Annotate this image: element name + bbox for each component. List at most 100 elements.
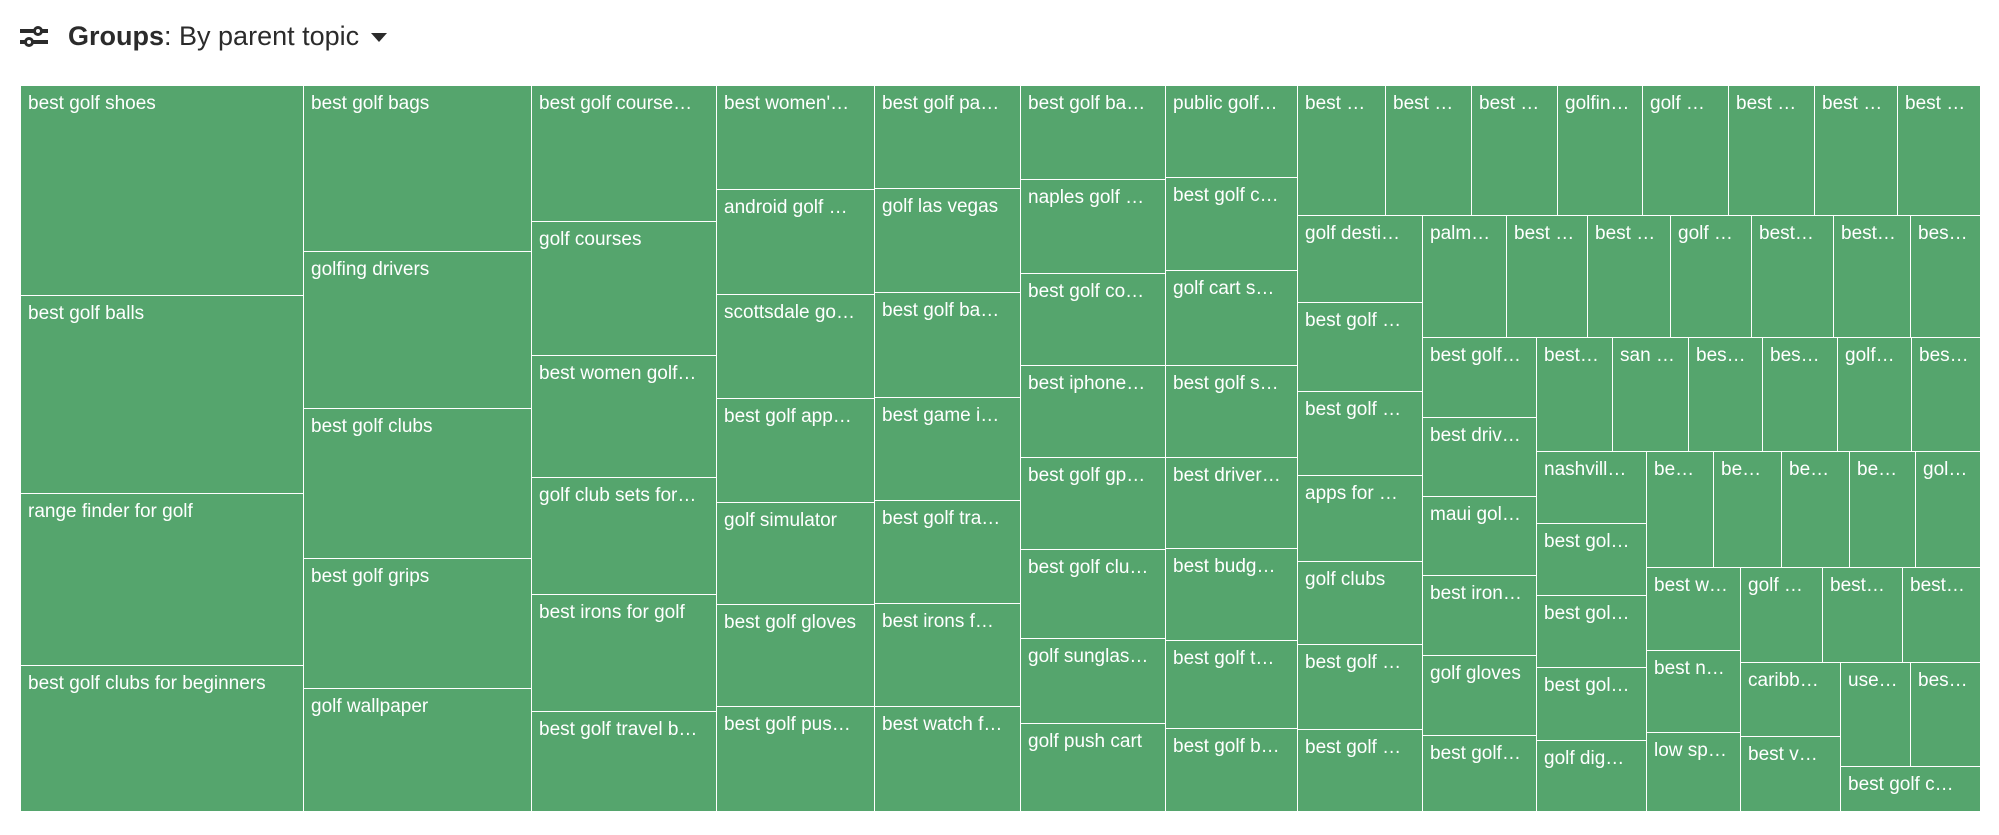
treemap-cell[interactable]: golf clubs xyxy=(1297,561,1423,645)
treemap-cell[interactable]: be… xyxy=(1849,451,1916,568)
treemap-cell[interactable]: golf… xyxy=(1837,337,1912,452)
treemap-cell[interactable]: best … xyxy=(1897,85,1981,216)
treemap-cell[interactable]: best… xyxy=(1751,215,1834,338)
treemap-cell[interactable]: caribb… xyxy=(1740,662,1841,737)
treemap-cell[interactable]: range finder for golf xyxy=(20,493,304,666)
treemap-cell[interactable]: bes… xyxy=(1688,337,1763,452)
treemap-cell[interactable]: golfing drivers xyxy=(303,251,532,409)
treemap-cell[interactable]: best iphone… xyxy=(1020,365,1166,458)
treemap-cell[interactable]: bes… xyxy=(1911,337,1981,452)
treemap-cell[interactable]: bes… xyxy=(1910,215,1981,338)
treemap-cell[interactable]: best golf tra… xyxy=(874,500,1021,604)
treemap-cell[interactable]: best … xyxy=(1471,85,1558,216)
treemap-cell[interactable]: best … xyxy=(1814,85,1898,216)
treemap-cell[interactable]: best… xyxy=(1822,567,1903,663)
treemap-cell[interactable]: best driv… xyxy=(1422,417,1537,497)
treemap-cell[interactable]: golf push cart xyxy=(1020,723,1166,812)
treemap-cell[interactable]: best golf c… xyxy=(1165,177,1298,271)
treemap-cell[interactable]: bes… xyxy=(1762,337,1838,452)
treemap-cell[interactable]: public golf… xyxy=(1165,85,1298,178)
treemap-cell[interactable]: best golf course… xyxy=(531,85,717,222)
treemap-cell[interactable]: best … xyxy=(1728,85,1815,216)
treemap-cell[interactable]: best gol… xyxy=(1536,595,1647,668)
treemap-cell[interactable]: best game i… xyxy=(874,397,1021,501)
treemap-cell[interactable]: golf … xyxy=(1642,85,1729,216)
treemap-cell[interactable]: best watch f… xyxy=(874,706,1021,812)
treemap-cell[interactable]: use… xyxy=(1840,662,1911,767)
treemap-cell[interactable]: best … xyxy=(1297,85,1386,216)
treemap-cell[interactable]: best golf pus… xyxy=(716,706,875,812)
treemap-cell[interactable]: best women'… xyxy=(716,85,875,190)
treemap-cell[interactable]: best golf clu… xyxy=(1020,549,1166,639)
treemap-cell[interactable]: best golf co… xyxy=(1020,273,1166,366)
treemap-cell[interactable]: golf sunglas… xyxy=(1020,638,1166,724)
treemap-cell[interactable]: best golf app… xyxy=(716,398,875,503)
treemap-cell[interactable]: golf wallpaper xyxy=(303,688,532,812)
treemap-cell[interactable]: best golf s… xyxy=(1165,365,1298,458)
treemap-cell[interactable]: best golf… xyxy=(1422,337,1537,418)
treemap-cell[interactable]: best golf … xyxy=(1297,729,1423,812)
treemap-cell[interactable]: best gol… xyxy=(1536,667,1647,741)
treemap-cell[interactable]: best golf t… xyxy=(1165,640,1298,729)
treemap-cell[interactable]: golf las vegas xyxy=(874,188,1021,293)
treemap-cell[interactable]: best golf travel b… xyxy=(531,711,717,812)
treemap-cell[interactable]: best iron… xyxy=(1422,575,1537,656)
treemap-cell[interactable]: golf courses xyxy=(531,221,717,356)
treemap-cell[interactable]: nashvill… xyxy=(1536,451,1647,524)
treemap-cell[interactable]: be… xyxy=(1713,451,1782,568)
treemap-cell[interactable]: golf cart s… xyxy=(1165,270,1298,366)
treemap-cell[interactable]: low sp… xyxy=(1646,732,1741,812)
treemap-cell[interactable]: golf gloves xyxy=(1422,655,1537,736)
treemap-cell[interactable]: best women golf… xyxy=(531,355,717,478)
treemap-cell[interactable]: best golf shoes xyxy=(20,85,304,296)
treemap-cell[interactable]: best golf pa… xyxy=(874,85,1021,189)
treemap-cell[interactable]: best golf… xyxy=(1422,735,1537,812)
treemap-cell[interactable]: best … xyxy=(1506,215,1588,338)
treemap-cell[interactable]: golf club sets for… xyxy=(531,477,717,595)
treemap-cell[interactable]: be… xyxy=(1646,451,1714,568)
treemap-cell[interactable]: maui gol… xyxy=(1422,496,1537,576)
treemap-cell[interactable]: best… xyxy=(1833,215,1911,338)
treemap-cell[interactable]: best golf bags xyxy=(303,85,532,252)
treemap-cell[interactable]: best n… xyxy=(1646,650,1741,733)
treemap-cell[interactable]: best golf grips xyxy=(303,558,532,689)
treemap-cell[interactable]: best golf ba… xyxy=(874,292,1021,398)
treemap-cell[interactable]: best golf … xyxy=(1297,391,1423,476)
treemap-cell[interactable]: best golf clubs for beginners xyxy=(20,665,304,812)
treemap-cell[interactable]: best golf balls xyxy=(20,295,304,494)
treemap-cell[interactable]: palm… xyxy=(1422,215,1507,338)
treemap-cell[interactable]: bes… xyxy=(1910,662,1981,767)
treemap-cell[interactable]: gol… xyxy=(1915,451,1981,568)
treemap-cell[interactable]: best golf c… xyxy=(1840,766,1981,812)
treemap-cell[interactable]: best golf b… xyxy=(1165,728,1298,812)
treemap-cell[interactable]: best… xyxy=(1536,337,1613,452)
treemap-cell[interactable]: golf … xyxy=(1740,567,1823,663)
treemap-cell[interactable]: best … xyxy=(1587,215,1671,338)
treemap-cell[interactable]: best golf … xyxy=(1297,302,1423,392)
treemap-cell[interactable]: best golf ba… xyxy=(1020,85,1166,180)
treemap-cell[interactable]: android golf … xyxy=(716,189,875,295)
treemap-cell[interactable]: naples golf … xyxy=(1020,179,1166,274)
treemap-cell[interactable]: best budg… xyxy=(1165,548,1298,641)
treemap-cell[interactable]: best … xyxy=(1385,85,1472,216)
treemap-cell[interactable]: golfin… xyxy=(1557,85,1643,216)
treemap-cell[interactable]: golf dig… xyxy=(1536,740,1647,812)
treemap-cell[interactable]: best v… xyxy=(1740,736,1841,812)
treemap-cell[interactable]: best… xyxy=(1902,567,1981,663)
treemap-cell[interactable]: best golf gp… xyxy=(1020,457,1166,550)
treemap-cell[interactable]: best golf … xyxy=(1297,644,1423,730)
treemap-cell[interactable]: best irons f… xyxy=(874,603,1021,707)
treemap-cell[interactable]: best golf clubs xyxy=(303,408,532,559)
treemap-cell[interactable]: golf … xyxy=(1670,215,1752,338)
treemap-cell[interactable]: best gol… xyxy=(1536,523,1647,596)
treemap-cell[interactable]: best w… xyxy=(1646,567,1741,651)
treemap-cell[interactable]: san … xyxy=(1612,337,1689,452)
treemap-cell[interactable]: best golf gloves xyxy=(716,604,875,707)
treemap-cell[interactable]: golf simulator xyxy=(716,502,875,605)
treemap-cell[interactable]: scottsdale go… xyxy=(716,294,875,399)
treemap-cell[interactable]: apps for … xyxy=(1297,475,1423,562)
treemap-cell[interactable]: be… xyxy=(1781,451,1850,568)
treemap-cell[interactable]: best driver… xyxy=(1165,457,1298,549)
treemap-cell[interactable]: golf desti… xyxy=(1297,215,1423,303)
treemap-cell[interactable]: best irons for golf xyxy=(531,594,717,712)
